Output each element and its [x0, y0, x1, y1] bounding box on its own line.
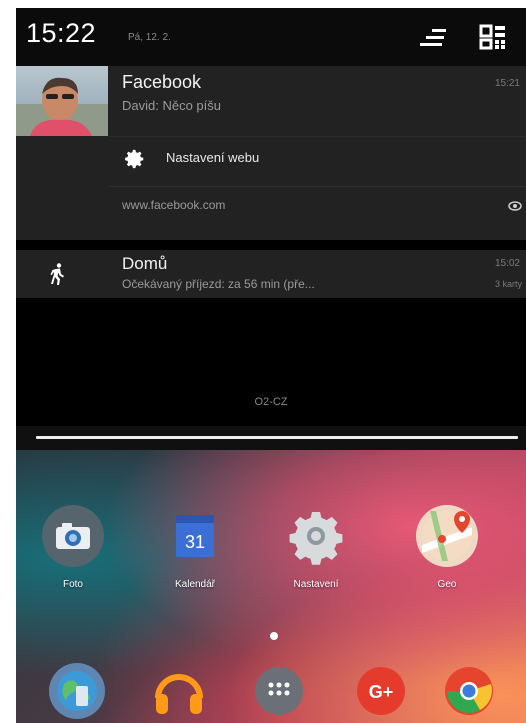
notification-time: 15:21 [494, 78, 520, 89]
facebook-notification[interactable]: Facebook 15:21 David: Něco píšu Nastaven… [16, 66, 526, 240]
chrome-icon[interactable] [438, 660, 500, 722]
camera-icon [42, 505, 104, 567]
notification-time: 15:02 [494, 258, 520, 269]
quick-settings-icon[interactable] [478, 22, 508, 52]
carrier-label: O2-CZ [254, 396, 288, 408]
divider [108, 136, 526, 137]
eye-icon[interactable] [508, 199, 522, 213]
app-geo[interactable]: Geo [402, 505, 492, 590]
walking-person-icon [50, 263, 64, 285]
date-text: Pá, 12. 2. [128, 32, 171, 43]
app-label: Foto [62, 579, 83, 590]
headphones-icon[interactable] [148, 660, 210, 722]
app-label: Geo [437, 579, 457, 590]
notification-shade: 15:22 Pá, 12. 2. Facebook 15:21 David: N… [16, 8, 526, 723]
gear-icon [125, 149, 144, 169]
app-kalendar[interactable]: 31 Kalendář [150, 505, 240, 590]
app-label: Nastavení [293, 579, 339, 590]
page-indicator-dot [270, 632, 278, 640]
divider [108, 186, 526, 187]
notification-message: Očekávaný příjezd: za 56 min (pře... [122, 277, 315, 291]
google-plus-icon[interactable]: G+ [350, 660, 412, 722]
notification-subtext: 3 karty [494, 279, 522, 289]
clock-text: 15:22 [26, 18, 97, 48]
app-drawer-icon[interactable] [248, 660, 310, 722]
home-navigation-notification[interactable]: Domů 15:02 Očekávaný příjezd: za 56 min … [16, 250, 526, 298]
phone-globe-icon[interactable] [46, 660, 108, 722]
notification-title: Domů [122, 254, 168, 273]
notification-title: Facebook [122, 72, 202, 92]
calendar-icon: 31 [176, 515, 214, 557]
google-plus-text: G+ [369, 682, 394, 702]
avatar [16, 66, 108, 136]
site-settings-button[interactable]: Nastavení webu [108, 140, 526, 180]
calendar-day: 31 [185, 532, 205, 552]
maps-icon [416, 505, 478, 567]
status-header: 15:22 Pá, 12. 2. [16, 8, 526, 66]
notification-message: David: Něco píšu [122, 98, 221, 113]
site-settings-label: Nastavení webu [166, 150, 260, 165]
site-url: www.facebook.com [122, 198, 226, 212]
drag-handle[interactable] [36, 436, 518, 439]
app-foto[interactable]: Foto [28, 505, 118, 590]
sliders-icon[interactable] [418, 22, 448, 52]
shade-drag-area[interactable] [16, 426, 526, 450]
app-label: Kalendář [174, 579, 216, 590]
settings-gear-icon [289, 512, 343, 565]
app-nastaveni[interactable]: Nastavení [271, 505, 361, 590]
